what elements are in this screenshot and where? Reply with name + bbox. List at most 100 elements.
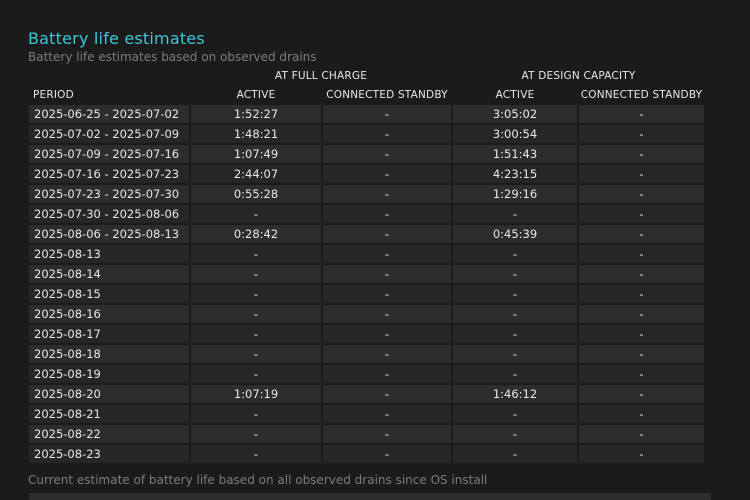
cell-active-full: - — [191, 445, 321, 465]
cell-active-full: - — [191, 285, 321, 305]
column-header-active-design: ACTIVE — [495, 89, 535, 101]
table-row: 2025-08-15- - - - — [29, 285, 704, 305]
cell-active-design: 3:05:02 — [453, 105, 577, 125]
table-row: 2025-07-23 - 2025-07-30 0:55:28-1:29:16- — [29, 185, 704, 205]
cell-standby-full: - — [323, 405, 451, 425]
section-title: Battery life estimates — [28, 29, 205, 48]
table-body: 2025-06-25 - 2025-07-02 1:52:27-3:05:02-2… — [29, 105, 704, 465]
cell-active-full: - — [191, 265, 321, 285]
cell-active-full: - — [191, 345, 321, 365]
cell-standby-full: - — [323, 445, 451, 465]
cell-active-design: - — [453, 325, 577, 345]
cell-active-full: 1:07:19 — [191, 385, 321, 405]
table-row: 2025-08-19- - - - — [29, 365, 704, 385]
cell-period: 2025-07-30 - 2025-08-06 — [29, 205, 189, 225]
cell-period: 2025-07-16 - 2025-07-23 — [29, 165, 189, 185]
group-header-empty — [29, 66, 189, 85]
cell-active-full: 2:44:07 — [191, 165, 321, 185]
cell-active-full: 1:07:49 — [191, 145, 321, 165]
cell-period: 2025-08-19 — [29, 365, 189, 385]
cell-standby-full: - — [323, 165, 451, 185]
table-row: 2025-08-18- - - - — [29, 345, 704, 365]
cell-active-design: - — [453, 305, 577, 325]
cell-period: 2025-08-20 — [29, 385, 189, 405]
table-row: 2025-07-02 - 2025-07-09 1:48:21-3:00:54- — [29, 125, 704, 145]
cell-period: 2025-08-22 — [29, 425, 189, 445]
cell-standby-design: - — [579, 405, 704, 425]
table-row: 2025-08-17- - - - — [29, 325, 704, 345]
cell-active-design: - — [453, 285, 577, 305]
group-header-full-charge: AT FULL CHARGE — [274, 69, 368, 82]
cell-active-full: 1:52:27 — [191, 105, 321, 125]
cell-standby-full: - — [323, 425, 451, 445]
cell-active-design: 1:29:16 — [453, 185, 577, 205]
group-header-design-capacity: AT DESIGN CAPACITY — [521, 69, 636, 82]
cell-standby-design: - — [579, 185, 704, 205]
table-row: 2025-08-16- - - - — [29, 305, 704, 325]
cell-active-design: 1:46:12 — [453, 385, 577, 405]
cell-active-design: 0:45:39 — [453, 225, 577, 245]
battery-report-page: Battery life estimates Battery life esti… — [0, 0, 750, 500]
table-group-header-row: AT FULL CHARGE AT DESIGN CAPACITY — [29, 66, 704, 85]
table-row: 2025-06-25 - 2025-07-02 1:52:27-3:05:02- — [29, 105, 704, 125]
cell-active-full: - — [191, 245, 321, 265]
cell-active-full: - — [191, 305, 321, 325]
cell-active-full: - — [191, 325, 321, 345]
cell-period: 2025-07-09 - 2025-07-16 — [29, 145, 189, 165]
column-header-period: PERIOD — [33, 89, 74, 101]
cell-standby-design: - — [579, 425, 704, 445]
cell-active-full: 0:55:28 — [191, 185, 321, 205]
cell-active-full: - — [191, 425, 321, 445]
cell-standby-design: - — [579, 205, 704, 225]
table-row: 2025-08-22- - - - — [29, 425, 704, 445]
cell-standby-full: - — [323, 225, 451, 245]
cell-active-design: - — [453, 445, 577, 465]
cell-standby-design: - — [579, 225, 704, 245]
cell-active-design: 1:51:43 — [453, 145, 577, 165]
cell-standby-full: - — [323, 265, 451, 285]
cell-standby-design: - — [579, 305, 704, 325]
cell-active-full: - — [191, 405, 321, 425]
current-estimate-table-row — [29, 493, 711, 500]
table-row: 2025-08-06 - 2025-08-13 0:28:42-0:45:39- — [29, 225, 704, 245]
column-header-standby-full: CONNECTED STANDBY — [326, 89, 448, 101]
cell-standby-full: - — [323, 105, 451, 125]
cell-period: 2025-08-21 — [29, 405, 189, 425]
section-subtitle: Battery life estimates based on observed… — [28, 50, 317, 64]
cell-standby-full: - — [323, 145, 451, 165]
cell-standby-design: - — [579, 445, 704, 465]
cell-period: 2025-08-23 — [29, 445, 189, 465]
cell-period: 2025-07-23 - 2025-07-30 — [29, 185, 189, 205]
cell-standby-design: - — [579, 245, 704, 265]
cell-standby-design: - — [579, 345, 704, 365]
cell-active-design: - — [453, 365, 577, 385]
cell-period: 2025-07-02 - 2025-07-09 — [29, 125, 189, 145]
cell-period: 2025-08-16 — [29, 305, 189, 325]
cell-period: 2025-08-18 — [29, 345, 189, 365]
cell-active-full: - — [191, 365, 321, 385]
current-estimate-caption: Current estimate of battery life based o… — [28, 473, 488, 487]
cell-standby-design: - — [579, 365, 704, 385]
cell-active-full: 1:48:21 — [191, 125, 321, 145]
table-row: 2025-07-16 - 2025-07-23 2:44:07-4:23:15- — [29, 165, 704, 185]
cell-period: 2025-08-15 — [29, 285, 189, 305]
cell-standby-full: - — [323, 125, 451, 145]
battery-life-estimates-table: AT FULL CHARGE AT DESIGN CAPACITY PERIOD… — [27, 66, 706, 465]
cell-standby-full: - — [323, 385, 451, 405]
cell-standby-full: - — [323, 365, 451, 385]
cell-standby-full: - — [323, 305, 451, 325]
cell-standby-design: - — [579, 265, 704, 285]
cell-standby-full: - — [323, 205, 451, 225]
table-row: 2025-08-21- - - - — [29, 405, 704, 425]
cell-standby-full: - — [323, 345, 451, 365]
cell-period: 2025-08-14 — [29, 265, 189, 285]
table-row: 2025-08-23- - - - — [29, 445, 704, 465]
cell-period: 2025-08-13 — [29, 245, 189, 265]
cell-standby-design: - — [579, 145, 704, 165]
cell-standby-full: - — [323, 245, 451, 265]
table-column-header-row: PERIOD ACTIVE CONNECTED STANDBY ACTIVE C… — [29, 85, 704, 105]
cell-period: 2025-08-06 - 2025-08-13 — [29, 225, 189, 245]
cell-active-design: 4:23:15 — [453, 165, 577, 185]
cell-active-design: 3:00:54 — [453, 125, 577, 145]
cell-standby-design: - — [579, 385, 704, 405]
